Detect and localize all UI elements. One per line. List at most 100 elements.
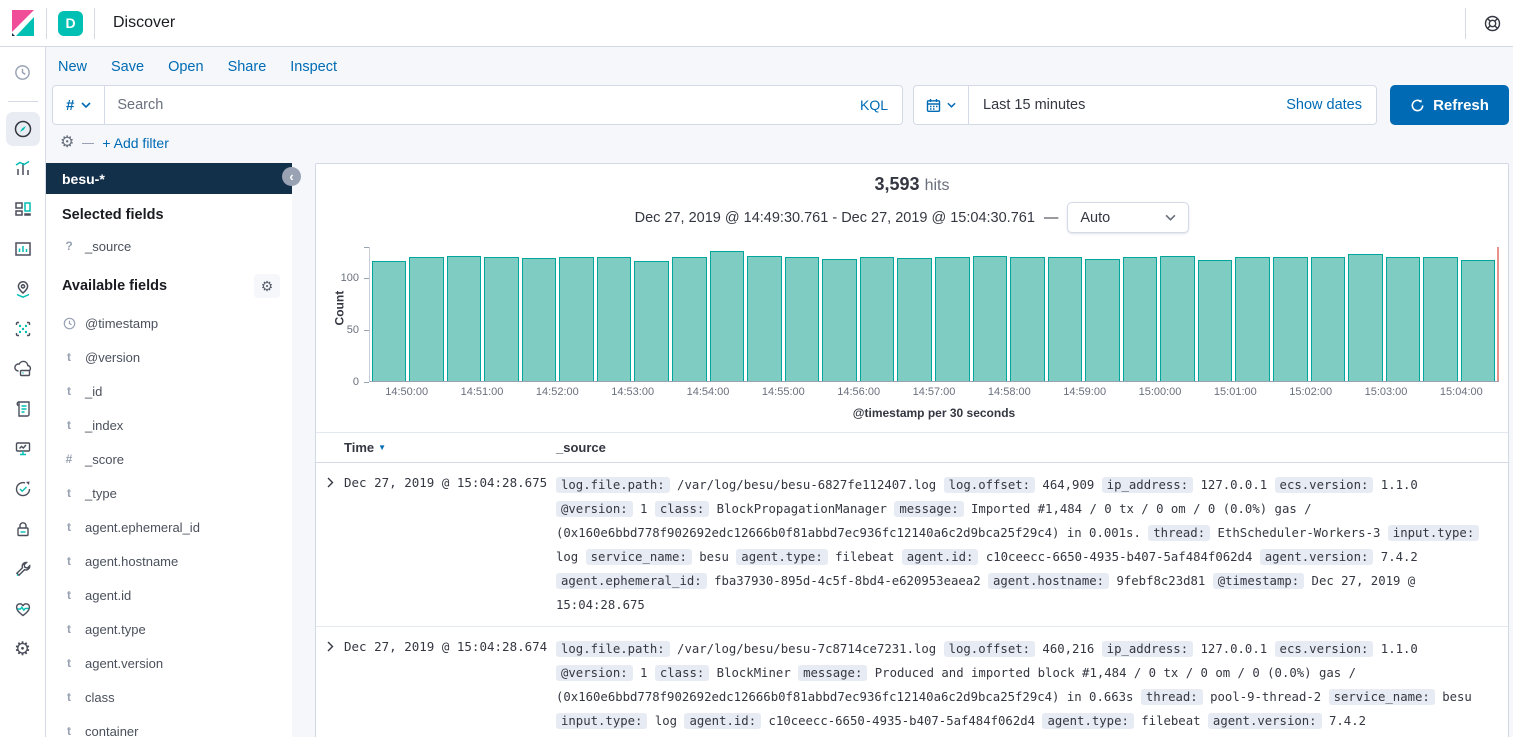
field-item-agent.version[interactable]: tagent.version bbox=[46, 646, 292, 680]
interval-select[interactable]: Auto bbox=[1067, 202, 1189, 233]
histogram-bar-15:01:30[interactable] bbox=[1273, 257, 1308, 381]
toolbar-area: New Save Open Share Inspect # KQL bbox=[46, 47, 1513, 163]
show-dates-button[interactable]: Show dates bbox=[1286, 97, 1376, 113]
histogram-bar-14:54:30[interactable] bbox=[747, 256, 782, 381]
fields-sidebar: besu-* ‹ Selected fields ?_source Availa… bbox=[46, 163, 292, 737]
field-item-_id[interactable]: t_id bbox=[46, 374, 292, 408]
index-pattern-selector[interactable]: besu-* bbox=[46, 163, 292, 194]
field-item-_score[interactable]: #_score bbox=[46, 442, 292, 476]
rail-separator bbox=[8, 101, 38, 102]
time-column-header[interactable]: Time▼ bbox=[344, 440, 556, 455]
field-key-badge: thread: bbox=[1141, 689, 1203, 705]
field-key-badge: ip_address: bbox=[1102, 477, 1193, 493]
field-item-agent.hostname[interactable]: tagent.hostname bbox=[46, 544, 292, 578]
nav-machine-learning[interactable] bbox=[6, 312, 40, 346]
nav-siem[interactable] bbox=[6, 512, 40, 546]
time-range-value[interactable]: Last 15 minutes bbox=[969, 97, 1286, 113]
histogram-bar-15:00:00[interactable] bbox=[1160, 256, 1195, 381]
histogram-bar-14:58:30[interactable] bbox=[1048, 257, 1083, 381]
histogram-bar-15:03:00[interactable] bbox=[1386, 257, 1421, 381]
inspect-button[interactable]: Inspect bbox=[290, 59, 337, 75]
histogram-bar-14:55:30[interactable] bbox=[822, 259, 857, 381]
x-tick: 14:50:00 bbox=[385, 386, 428, 398]
histogram-bar-14:55:00[interactable] bbox=[785, 257, 820, 381]
filter-bar: ⚙ + Add filter bbox=[52, 125, 1509, 163]
histogram-bar-14:51:00[interactable] bbox=[484, 257, 519, 381]
hash-symbol: # bbox=[66, 97, 74, 114]
refresh-button[interactable]: Refresh bbox=[1390, 85, 1509, 125]
save-button[interactable]: Save bbox=[111, 59, 144, 75]
histogram-bar-15:04:00[interactable] bbox=[1461, 260, 1496, 381]
histogram-bar-15:01:00[interactable] bbox=[1235, 257, 1270, 381]
nav-discover[interactable] bbox=[6, 112, 40, 146]
histogram-bar-14:54:00[interactable] bbox=[710, 251, 745, 381]
nav-management[interactable]: ⚙ bbox=[6, 632, 40, 666]
nav-dashboard[interactable] bbox=[6, 192, 40, 226]
open-button[interactable]: Open bbox=[168, 59, 203, 75]
new-button[interactable]: New bbox=[58, 59, 87, 75]
histogram-bar-14:49:30[interactable] bbox=[372, 261, 407, 381]
histogram-plot-area[interactable] bbox=[369, 247, 1499, 382]
nav-visualize[interactable] bbox=[6, 152, 40, 186]
histogram-bar-14:57:00[interactable] bbox=[935, 257, 970, 381]
nav-uptime[interactable] bbox=[6, 472, 40, 506]
field-item-agent.ephemeral_id[interactable]: tagent.ephemeral_id bbox=[46, 510, 292, 544]
nav-metrics[interactable] bbox=[6, 432, 40, 466]
nav-dev-tools[interactable] bbox=[6, 552, 40, 586]
histogram-bar-14:59:30[interactable] bbox=[1123, 257, 1158, 381]
histogram-bar-14:53:30[interactable] bbox=[672, 257, 707, 381]
field-item-@version[interactable]: t@version bbox=[46, 340, 292, 374]
collapse-sidebar-button[interactable]: ‹ bbox=[282, 167, 301, 186]
nav-apm[interactable] bbox=[6, 352, 40, 386]
histogram-bar-15:02:30[interactable] bbox=[1348, 254, 1383, 381]
histogram-bar-14:52:30[interactable] bbox=[597, 257, 632, 381]
field-key-badge: message: bbox=[798, 665, 867, 681]
field-item-agent.type[interactable]: tagent.type bbox=[46, 612, 292, 646]
field-filter-dropdown[interactable]: # bbox=[53, 86, 105, 124]
text-field-icon: t bbox=[62, 554, 76, 568]
histogram-bar-14:50:00[interactable] bbox=[409, 257, 444, 381]
histogram-bar-14:58:00[interactable] bbox=[1010, 257, 1045, 381]
field-settings-gear-icon[interactable]: ⚙ bbox=[254, 274, 280, 298]
apm-icon bbox=[13, 359, 33, 379]
field-key-badge: agent.id: bbox=[684, 713, 761, 729]
field-key-badge: message: bbox=[894, 501, 963, 517]
add-filter-button[interactable]: + Add filter bbox=[102, 135, 169, 151]
field-item-class[interactable]: tclass bbox=[46, 680, 292, 714]
query-language-button[interactable]: KQL bbox=[846, 97, 902, 113]
field-item-@timestamp[interactable]: @timestamp bbox=[46, 306, 292, 340]
recently-viewed-icon[interactable] bbox=[6, 55, 40, 89]
histogram-bar-14:56:30[interactable] bbox=[897, 258, 932, 381]
nav-maps[interactable] bbox=[6, 272, 40, 306]
histogram-bar-15:03:30[interactable] bbox=[1423, 257, 1458, 381]
histogram-bar-14:52:00[interactable] bbox=[559, 257, 594, 381]
field-item-_index[interactable]: t_index bbox=[46, 408, 292, 442]
histogram-bar-14:59:00[interactable] bbox=[1085, 259, 1120, 381]
expand-row-button[interactable] bbox=[327, 476, 334, 490]
histogram-bar-14:50:30[interactable] bbox=[447, 256, 482, 381]
help-button[interactable] bbox=[1484, 15, 1501, 32]
discover-app-badge[interactable]: D bbox=[58, 11, 83, 36]
histogram-bar-14:51:30[interactable] bbox=[522, 258, 557, 381]
date-quick-select-button[interactable] bbox=[914, 86, 969, 124]
x-axis-ticks: 14:50:0014:51:0014:52:0014:53:0014:54:00… bbox=[369, 386, 1499, 402]
histogram-bar-15:02:00[interactable] bbox=[1311, 257, 1346, 381]
expand-row-button[interactable] bbox=[327, 640, 334, 654]
nav-logs[interactable] bbox=[6, 392, 40, 426]
field-item-_type[interactable]: t_type bbox=[46, 476, 292, 510]
field-item-container[interactable]: tcontainer bbox=[46, 714, 292, 737]
x-tick: 15:03:00 bbox=[1365, 386, 1408, 398]
share-button[interactable]: Share bbox=[228, 59, 267, 75]
nav-stack-monitoring[interactable] bbox=[6, 592, 40, 626]
search-input[interactable] bbox=[105, 97, 846, 113]
field-item-agent.id[interactable]: tagent.id bbox=[46, 578, 292, 612]
filter-settings-gear-icon[interactable]: ⚙ bbox=[60, 135, 74, 151]
sort-descending-icon[interactable]: ▼ bbox=[378, 443, 386, 452]
histogram-bar-14:56:00[interactable] bbox=[860, 257, 895, 381]
nav-canvas[interactable] bbox=[6, 232, 40, 266]
histogram-bar-14:53:00[interactable] bbox=[634, 261, 669, 381]
histogram-bar-15:00:30[interactable] bbox=[1198, 260, 1233, 381]
histogram-bar-14:57:30[interactable] bbox=[973, 256, 1008, 381]
field-item-_source[interactable]: ?_source bbox=[46, 231, 292, 261]
kibana-logo[interactable] bbox=[0, 10, 46, 36]
